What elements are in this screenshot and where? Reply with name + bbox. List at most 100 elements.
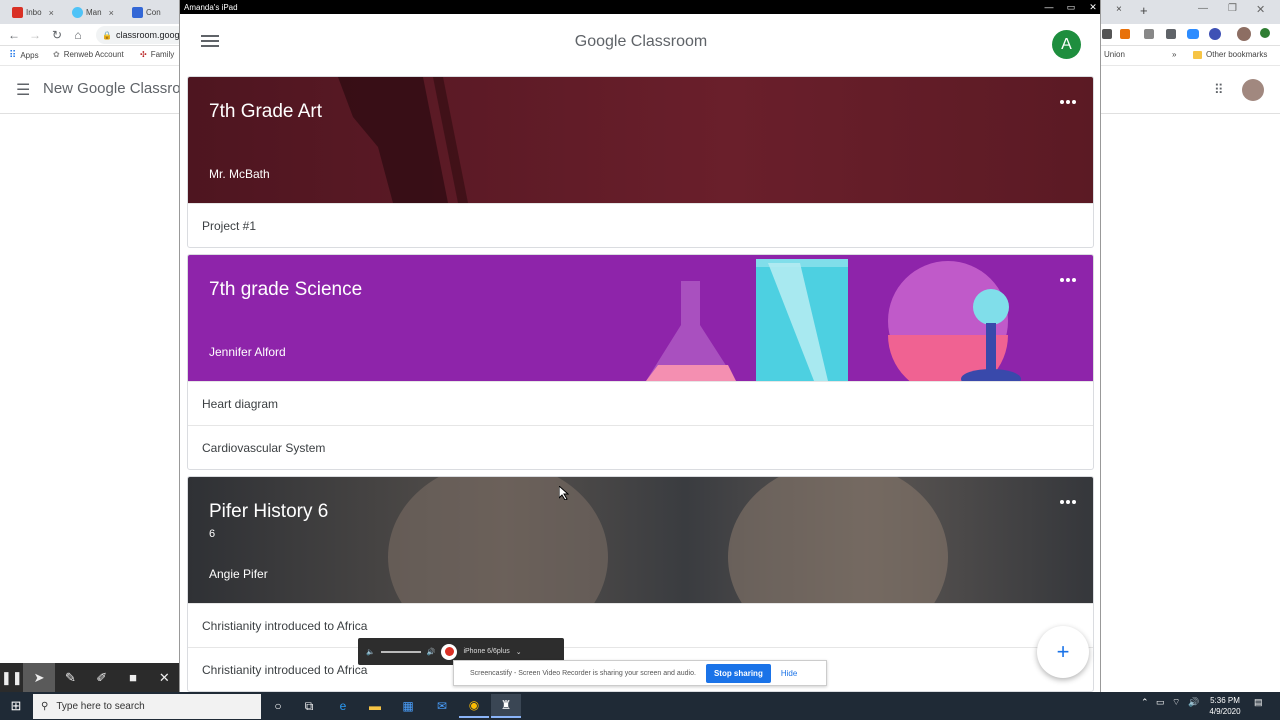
pointer-icon[interactable]: ➤ <box>23 663 55 692</box>
class-card[interactable]: 7th Grade Art Mr. McBath Project #1 <box>187 76 1094 248</box>
assignment-item[interactable]: Cardiovascular System <box>188 425 1093 469</box>
speaker-icon[interactable]: 🔊 <box>1188 697 1199 708</box>
minimize-icon[interactable]: — <box>1038 0 1060 14</box>
address-bar[interactable]: 🔒 classroom.goog <box>96 26 186 44</box>
class-title[interactable]: 7th grade Science <box>209 279 362 301</box>
windows-start-icon[interactable]: ⊞ <box>0 692 32 720</box>
bookmark-union[interactable]: Union <box>1104 50 1125 59</box>
more-options-icon[interactable] <box>1057 491 1079 513</box>
profile-avatar[interactable] <box>1237 27 1251 41</box>
class-banner[interactable]: 7th grade Science Jennifer Alford <box>188 255 1093 381</box>
class-title[interactable]: 7th Grade Art <box>209 101 322 123</box>
screen-share-notice: Screencastify - Screen Video Recorder is… <box>453 660 827 686</box>
bookmark-apps[interactable]: ⠿ Apps <box>9 50 39 61</box>
apps-grid-icon[interactable]: ⠿ <box>1214 82 1224 98</box>
reload-icon[interactable]: ↻ <box>49 27 65 43</box>
network-icon[interactable]: ⌔ <box>1172 697 1180 708</box>
taskbar-search-input[interactable]: ⚲ Type here to search <box>33 694 261 719</box>
tab-label: Con <box>146 8 161 17</box>
bookmark-renweb[interactable]: ✿ Renweb Account <box>53 50 124 59</box>
more-options-icon[interactable] <box>1057 91 1079 113</box>
hamburger-menu-icon[interactable]: ☰ <box>16 80 30 100</box>
hide-button[interactable]: Hide <box>781 669 797 678</box>
browser-tab[interactable]: Con <box>124 3 182 22</box>
bookmark-other[interactable]: Other bookmarks <box>1193 50 1267 59</box>
class-teacher: Jennifer Alford <box>209 345 286 359</box>
close-icon[interactable]: × <box>49 8 54 18</box>
highlighter-icon[interactable]: ✐ <box>86 663 117 692</box>
close-icon[interactable]: × <box>109 8 114 18</box>
edge-icon[interactable]: e <box>328 694 358 718</box>
ipad-mirror-window: Amanda's iPad — ▭ ✕ Google Classroom A 7… <box>179 0 1101 692</box>
taskbar-clock[interactable]: 5:36 PM 4/9/2020 <box>1200 695 1250 717</box>
pen-icon[interactable]: ✎ <box>55 663 86 692</box>
new-tab-icon[interactable]: + <box>1140 3 1148 18</box>
address-text: classroom.goog <box>115 30 180 40</box>
camera-icon[interactable]: ■ <box>117 663 148 692</box>
forward-icon[interactable]: → <box>27 27 43 43</box>
close-icon[interactable]: × <box>1116 4 1122 15</box>
browser-tab[interactable]: Inbo × <box>4 3 62 22</box>
banner-art-illustration <box>338 77 468 203</box>
record-button[interactable] <box>441 643 458 660</box>
window-title: Amanda's iPad <box>184 2 238 12</box>
home-icon[interactable]: ⌂ <box>70 27 86 43</box>
extension-icon[interactable] <box>1102 29 1112 39</box>
class-title[interactable]: Pifer History 6 <box>209 501 328 523</box>
puzzle-icon[interactable] <box>1166 29 1176 39</box>
kami-icon[interactable] <box>1209 28 1221 40</box>
zoom-icon[interactable] <box>1187 29 1199 39</box>
restore-icon[interactable]: ❐ <box>1228 3 1237 14</box>
office-icon[interactable] <box>1120 29 1130 39</box>
close-window-icon[interactable]: ✕ <box>1256 3 1265 16</box>
class-teacher: Angie Pifer <box>209 567 268 581</box>
maximize-icon[interactable]: ▭ <box>1060 0 1082 14</box>
gmail-icon <box>12 7 23 18</box>
assignment-item[interactable]: Christianity introduced to Africa <box>188 603 1093 647</box>
assignment-item[interactable]: Heart diagram <box>188 381 1093 425</box>
back-icon[interactable]: ← <box>6 27 22 43</box>
chevron-down-icon[interactable]: ⌄ <box>516 648 522 656</box>
reflector-icon[interactable]: ♜ <box>491 694 521 718</box>
bookmark-icon: ✿ <box>53 50 60 59</box>
task-view-icon[interactable]: ⧉ <box>294 694 324 718</box>
class-card[interactable]: 7th grade Science Jennifer Alford Heart … <box>187 254 1094 470</box>
account-avatar[interactable]: A <box>1052 30 1081 59</box>
assignment-item[interactable]: Project #1 <box>188 203 1093 247</box>
close-icon[interactable]: ✕ <box>149 663 180 692</box>
notifications-icon[interactable]: ▤ <box>1254 697 1263 708</box>
tab-favicon-icon <box>132 7 143 18</box>
minimize-icon[interactable]: — <box>1198 3 1208 14</box>
mail-icon[interactable]: ✉ <box>427 694 457 718</box>
chrome-icon[interactable]: ◉ <box>459 694 489 718</box>
page-title: New Google Classro <box>43 80 181 97</box>
stop-sharing-button[interactable]: Stop sharing <box>705 663 771 683</box>
tab-favicon-icon <box>72 7 83 18</box>
bookmarks-overflow-icon[interactable]: » <box>1172 50 1176 59</box>
extension-icon[interactable] <box>1260 28 1270 38</box>
search-icon: ⚲ <box>41 701 49 712</box>
folder-icon <box>1193 50 1202 59</box>
mute-icon[interactable]: 🔈 <box>366 648 375 656</box>
browser-tab[interactable]: Man × <box>64 3 122 22</box>
more-options-icon[interactable] <box>1057 269 1079 291</box>
pause-icon[interactable]: ❚❚ <box>0 663 23 692</box>
extension-icon[interactable] <box>1144 29 1154 39</box>
class-banner[interactable]: 7th Grade Art Mr. McBath <box>188 77 1093 203</box>
apps-grid-icon: ⠿ <box>9 50 17 61</box>
class-banner[interactable]: Pifer History 6 6 Angie Pifer <box>188 477 1093 603</box>
cortana-icon[interactable]: ○ <box>263 694 293 718</box>
battery-icon[interactable]: ▭ <box>1156 697 1165 708</box>
volume-slider[interactable] <box>380 650 421 653</box>
tray-expand-icon[interactable]: ⌃ <box>1141 697 1149 708</box>
tab-label: Inbo <box>26 8 42 17</box>
lock-icon: 🔒 <box>102 30 112 40</box>
file-explorer-icon[interactable]: ▬ <box>360 694 390 718</box>
store-icon[interactable]: ▦ <box>393 694 423 718</box>
close-window-icon[interactable]: ✕ <box>1082 0 1100 14</box>
profile-avatar[interactable] <box>1242 79 1264 101</box>
create-join-class-button[interactable]: + <box>1037 626 1089 678</box>
volume-icon[interactable]: 🔊 <box>427 648 436 656</box>
share-notice-text: Screencastify - Screen Video Recorder is… <box>470 669 696 677</box>
bookmark-family[interactable]: ✣ Family <box>140 50 174 59</box>
